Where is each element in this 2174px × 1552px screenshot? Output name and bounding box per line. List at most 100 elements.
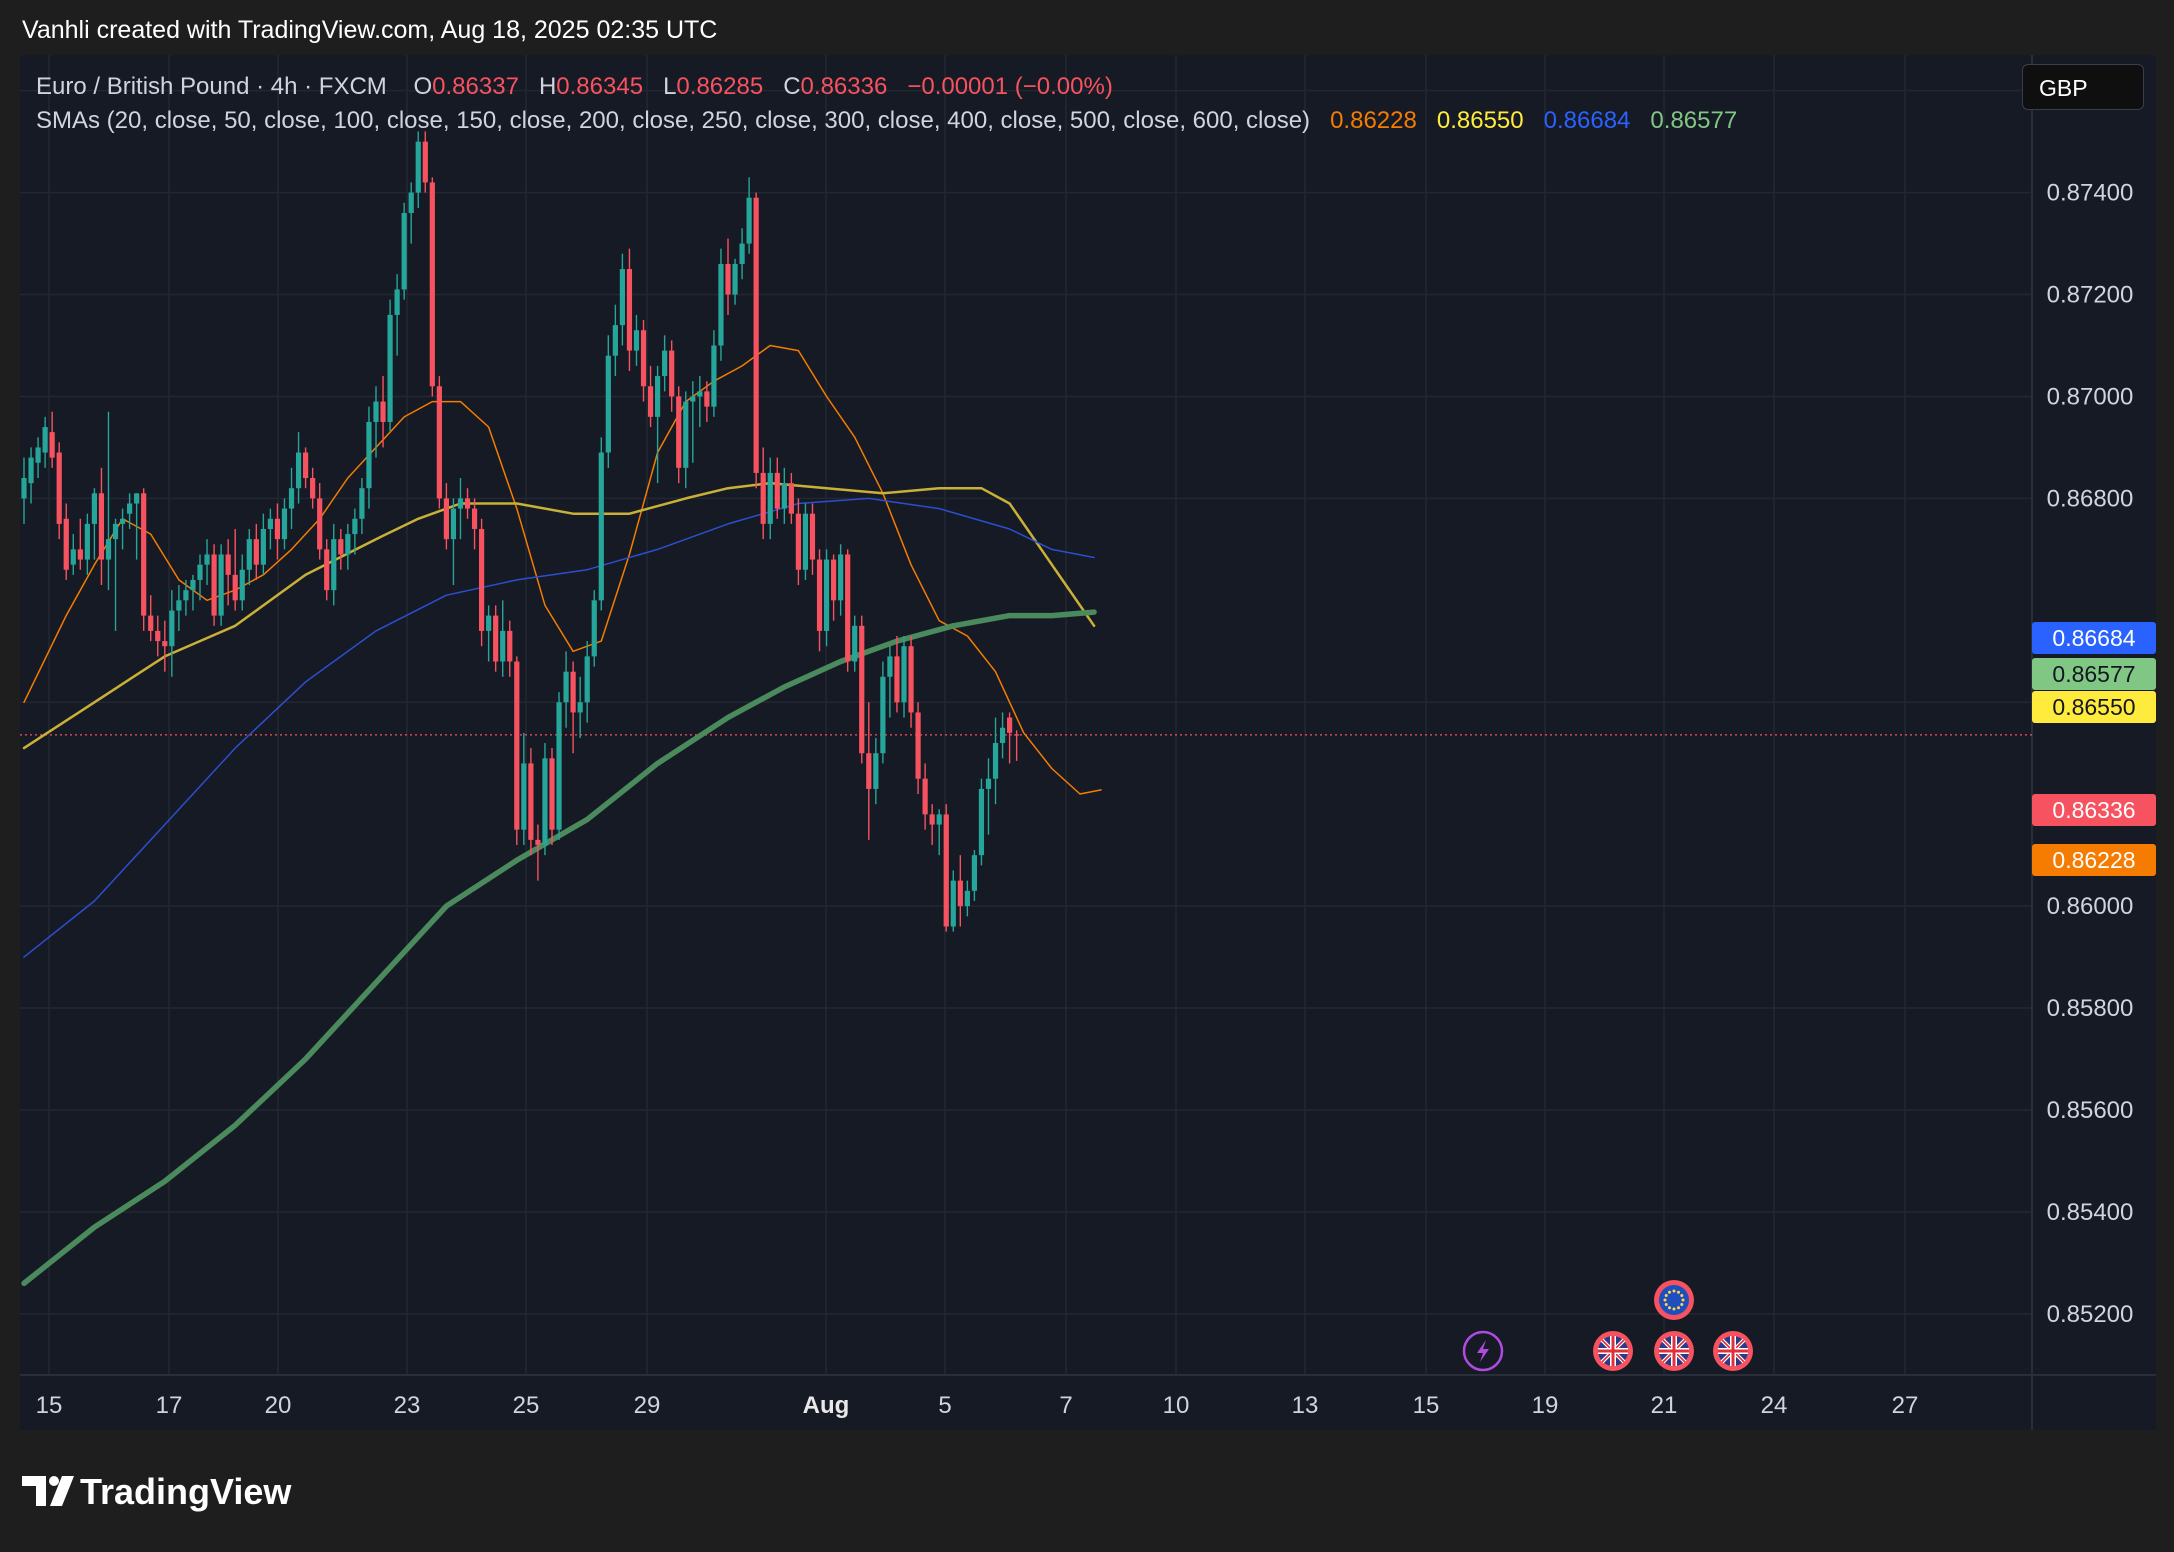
- candle[interactable]: [429, 177, 435, 397]
- candle[interactable]: [809, 503, 816, 575]
- candle[interactable]: [823, 549, 830, 647]
- candle[interactable]: [176, 585, 182, 631]
- candle[interactable]: [303, 447, 309, 489]
- currency-button[interactable]: GBP: [2022, 64, 2144, 110]
- candle[interactable]: [662, 335, 668, 392]
- candle[interactable]: [760, 447, 766, 540]
- candle[interactable]: [211, 544, 217, 626]
- symbol-name[interactable]: Euro / British Pound · 4h · FXCM: [36, 73, 387, 100]
- candle[interactable]: [288, 467, 295, 529]
- candle[interactable]: [260, 513, 266, 575]
- candle[interactable]: [563, 651, 569, 728]
- candle[interactable]: [148, 595, 154, 642]
- candle[interactable]: [859, 615, 865, 764]
- candle[interactable]: [443, 483, 449, 550]
- candle[interactable]: [366, 406, 372, 509]
- candle[interactable]: [514, 656, 520, 845]
- candle[interactable]: [295, 432, 302, 504]
- candle[interactable]: [63, 503, 69, 580]
- candle[interactable]: [28, 447, 34, 504]
- candle[interactable]: [190, 574, 196, 611]
- candle[interactable]: [387, 299, 393, 433]
- candle[interactable]: [838, 544, 844, 616]
- candle[interactable]: [542, 743, 548, 856]
- uk-flag-icon[interactable]: [1713, 1331, 1753, 1371]
- candle[interactable]: [310, 467, 316, 509]
- candle[interactable]: [831, 554, 837, 621]
- candle[interactable]: [732, 258, 738, 305]
- candle[interactable]: [640, 320, 647, 402]
- candle[interactable]: [584, 641, 590, 723]
- candle[interactable]: [767, 457, 773, 540]
- candlestick-chart[interactable]: 151720232529Aug57101315192124270.876000.…: [20, 55, 2156, 1430]
- candle[interactable]: [964, 880, 970, 917]
- candle[interactable]: [105, 411, 112, 591]
- chart-panel[interactable]: 151720232529Aug57101315192124270.876000.…: [20, 55, 2156, 1430]
- candle[interactable]: [795, 498, 801, 586]
- candle[interactable]: [450, 498, 457, 586]
- uk-flag-icon[interactable]: [1593, 1331, 1633, 1371]
- candle[interactable]: [915, 702, 921, 794]
- candle[interactable]: [929, 804, 935, 845]
- candle[interactable]: [162, 620, 168, 672]
- candle[interactable]: [183, 579, 189, 616]
- candle[interactable]: [1014, 730, 1020, 761]
- candle[interactable]: [528, 748, 534, 856]
- candle[interactable]: [802, 503, 809, 580]
- candle[interactable]: [56, 442, 62, 540]
- candle[interactable]: [331, 523, 337, 606]
- candle[interactable]: [633, 314, 640, 366]
- candle[interactable]: [42, 416, 48, 468]
- candle[interactable]: [718, 248, 724, 361]
- candle[interactable]: [274, 503, 281, 560]
- candle[interactable]: [324, 539, 330, 601]
- candle[interactable]: [1007, 712, 1013, 764]
- candle[interactable]: [852, 615, 858, 672]
- candle[interactable]: [647, 365, 654, 428]
- candle[interactable]: [225, 539, 231, 606]
- candle[interactable]: [978, 778, 985, 866]
- candle[interactable]: [155, 615, 161, 657]
- candle[interactable]: [943, 804, 949, 932]
- candle[interactable]: [746, 177, 752, 254]
- candle[interactable]: [464, 488, 471, 519]
- candle[interactable]: [957, 855, 963, 927]
- candle[interactable]: [141, 488, 147, 631]
- candle[interactable]: [246, 528, 252, 586]
- candle[interactable]: [577, 676, 583, 738]
- candle[interactable]: [549, 748, 555, 845]
- candle[interactable]: [338, 528, 344, 570]
- candle[interactable]: [169, 590, 175, 677]
- uk-flag-icon[interactable]: [1654, 1331, 1694, 1371]
- candle[interactable]: [359, 478, 365, 535]
- candle[interactable]: [655, 365, 661, 484]
- candle[interactable]: [612, 304, 618, 377]
- candle[interactable]: [317, 483, 323, 560]
- candle[interactable]: [901, 636, 907, 718]
- candle[interactable]: [507, 620, 513, 677]
- candle[interactable]: [971, 850, 977, 902]
- candle[interactable]: [922, 763, 928, 830]
- candle[interactable]: [985, 758, 992, 835]
- candle[interactable]: [894, 636, 900, 713]
- candle[interactable]: [690, 381, 696, 463]
- candle[interactable]: [619, 253, 625, 346]
- candle[interactable]: [134, 493, 140, 560]
- eu-flag-icon[interactable]: [1654, 1280, 1694, 1320]
- candle[interactable]: [626, 248, 633, 371]
- candle[interactable]: [218, 544, 224, 626]
- candle[interactable]: [422, 131, 428, 193]
- lightning-icon[interactable]: [1462, 1330, 1504, 1372]
- candle[interactable]: [239, 554, 245, 611]
- candle[interactable]: [84, 513, 90, 575]
- candle[interactable]: [267, 508, 273, 550]
- candle[interactable]: [880, 661, 886, 764]
- candle[interactable]: [232, 528, 238, 611]
- candle[interactable]: [556, 692, 562, 840]
- candle[interactable]: [598, 437, 604, 611]
- candle[interactable]: [950, 870, 956, 932]
- candle[interactable]: [936, 809, 942, 856]
- candle[interactable]: [49, 411, 55, 468]
- candle[interactable]: [281, 498, 288, 550]
- candle[interactable]: [753, 192, 759, 489]
